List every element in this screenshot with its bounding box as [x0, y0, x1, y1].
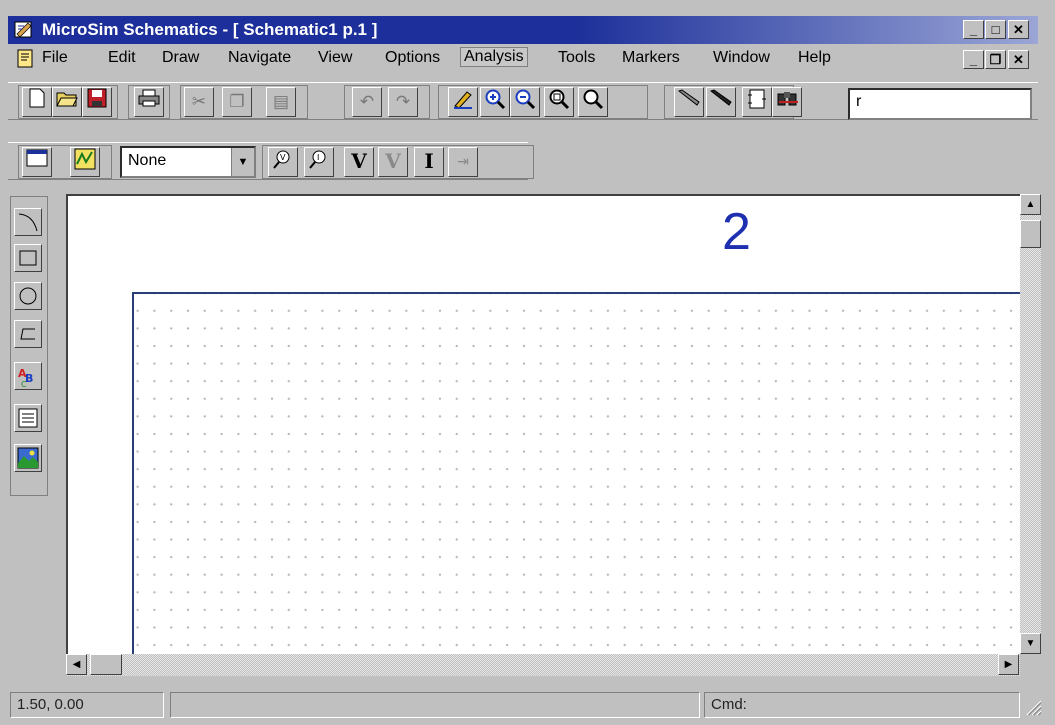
svg-text:I: I — [317, 153, 319, 162]
analysis-toolbar: V I V V I ⇥ — [8, 142, 534, 180]
menu-file[interactable]: File — [42, 49, 68, 67]
edit-symbol-dark-icon[interactable] — [706, 87, 736, 117]
insert-picture-icon[interactable] — [14, 444, 42, 472]
menu-bar: File Edit Draw Navigate View Options Ana… — [8, 46, 1038, 72]
title-bar[interactable]: MicroSim Schematics - [ Schematic1 p.1 ]… — [8, 16, 1038, 44]
app-icon[interactable] — [14, 20, 34, 39]
draw-arc-icon[interactable] — [14, 208, 42, 236]
page-number: 2 — [722, 203, 751, 261]
zoom-fit-icon[interactable] — [578, 87, 608, 117]
close-button[interactable]: ✕ — [1008, 20, 1029, 39]
zoom-out-icon[interactable] — [510, 87, 540, 117]
doc-close-button[interactable]: ✕ — [1008, 50, 1029, 69]
maximize-button[interactable]: □ — [985, 20, 1006, 39]
voltage-difference-button[interactable]: V — [378, 147, 408, 177]
cut-icon[interactable]: ✂ — [184, 87, 214, 117]
menu-analysis[interactable]: Analysis — [460, 47, 528, 67]
window-title: MicroSim Schematics - [ Schematic1 p.1 ] — [42, 20, 378, 39]
resize-grip-icon[interactable] — [1024, 698, 1042, 716]
menu-window[interactable]: Window — [713, 49, 770, 67]
print-icon[interactable] — [134, 87, 164, 117]
setup-window-icon[interactable] — [22, 147, 52, 177]
command-input[interactable]: r — [848, 88, 1032, 120]
menu-navigate[interactable]: Navigate — [228, 49, 291, 67]
menu-help[interactable]: Help — [798, 49, 831, 67]
power-probe-icon[interactable]: ⇥ — [448, 147, 478, 177]
svg-text:V: V — [280, 153, 286, 162]
doc-minimize-button[interactable]: _ — [963, 50, 984, 69]
menu-draw[interactable]: Draw — [162, 49, 199, 67]
scroll-up-icon[interactable]: ▲ — [1020, 194, 1041, 215]
edit-symbol-icon[interactable] — [674, 87, 704, 117]
copy-icon[interactable]: ❐ — [222, 87, 252, 117]
new-file-icon[interactable] — [22, 87, 52, 117]
scroll-left-icon[interactable]: ◀ — [66, 654, 87, 675]
svg-text:C: C — [21, 380, 27, 389]
current-button[interactable]: I — [414, 147, 444, 177]
scroll-right-icon[interactable]: ▶ — [998, 654, 1019, 675]
status-message — [170, 692, 700, 718]
text-abc-icon[interactable]: ABC — [14, 362, 42, 390]
open-folder-icon[interactable] — [52, 87, 82, 117]
hierarchy-icon[interactable] — [742, 87, 772, 117]
display-select-value: None — [128, 152, 167, 169]
scroll-down-icon[interactable]: ▼ — [1020, 633, 1041, 654]
vertical-scrollbar[interactable]: ▲ ▼ — [1020, 194, 1041, 654]
draw-circle-icon[interactable] — [14, 282, 42, 310]
minimize-button[interactable]: _ — [963, 20, 984, 39]
zoom-area-icon[interactable] — [544, 87, 574, 117]
voltage-probe-icon[interactable]: V — [268, 147, 298, 177]
find-binoculars-icon[interactable] — [772, 87, 802, 117]
draw-box-icon[interactable] — [14, 244, 42, 272]
undo-icon[interactable]: ↶ — [352, 87, 382, 117]
horizontal-scrollbar[interactable]: ◀ ▶ — [66, 654, 1020, 676]
menu-edit[interactable]: Edit — [108, 49, 136, 67]
simulate-icon[interactable] — [70, 147, 100, 177]
text-box-icon[interactable] — [14, 404, 42, 432]
schematic-sheet-grid[interactable] — [132, 292, 1020, 654]
status-cmd: Cmd: — [704, 692, 1020, 718]
zoom-in-icon[interactable] — [480, 87, 510, 117]
current-probe-icon[interactable]: I — [304, 147, 334, 177]
menu-markers[interactable]: Markers — [622, 49, 680, 67]
status-coordinates: 1.50, 0.00 — [10, 692, 164, 718]
paste-icon[interactable]: ▤ — [266, 87, 296, 117]
menu-tools[interactable]: Tools — [558, 49, 595, 67]
vertical-scroll-thumb[interactable] — [1020, 220, 1041, 248]
schematic-canvas[interactable]: 2 — [66, 194, 1020, 654]
menu-view[interactable]: View — [318, 49, 352, 67]
horizontal-scroll-thumb[interactable] — [90, 654, 122, 675]
redraw-pencil-icon[interactable] — [448, 87, 478, 117]
save-icon[interactable] — [82, 87, 112, 117]
voltage-button[interactable]: V — [344, 147, 374, 177]
document-icon[interactable] — [16, 49, 36, 69]
redo-icon[interactable]: ↷ — [388, 87, 418, 117]
draw-polyline-icon[interactable] — [14, 320, 42, 348]
chevron-down-icon[interactable]: ▼ — [231, 148, 254, 176]
display-select[interactable]: None ▼ — [120, 146, 256, 178]
menu-options[interactable]: Options — [385, 49, 440, 67]
doc-restore-button[interactable]: ❐ — [985, 50, 1006, 69]
